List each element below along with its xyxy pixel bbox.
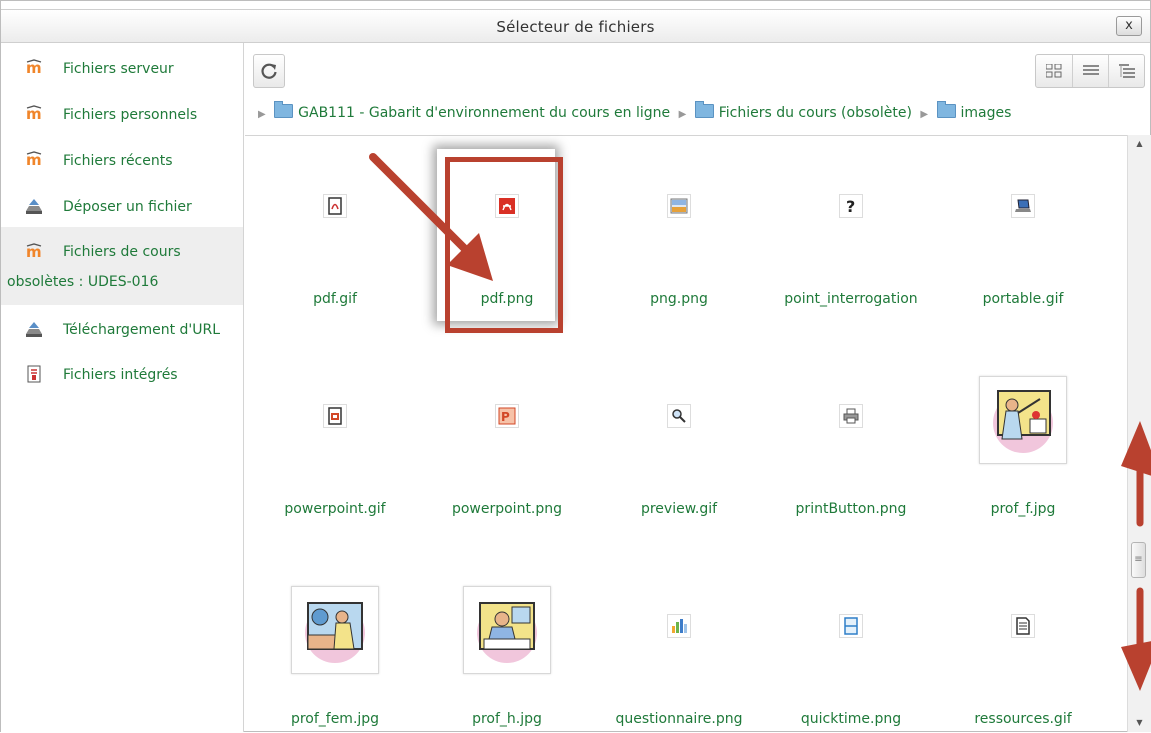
file-item[interactable]: portable.gif	[943, 136, 1103, 316]
highlight-box	[445, 157, 563, 333]
file-name: portable.gif	[982, 291, 1064, 307]
tree-view-icon	[1119, 64, 1135, 78]
refresh-icon	[261, 63, 277, 79]
sidebar-item-embedded-files[interactable]: Fichiers intégrés	[1, 365, 243, 391]
file-name: preview.gif	[640, 501, 718, 517]
refresh-button[interactable]	[253, 54, 285, 88]
folder-icon	[694, 101, 714, 118]
sidebar-item-url-download[interactable]: Téléchargement d'URL	[1, 320, 243, 346]
file-name: powerpoint.png	[451, 501, 563, 517]
file-name: quicktime.png	[800, 711, 902, 727]
file-name: ressources.gif	[974, 711, 1072, 727]
sidebar-item-label: Fichiers récents	[63, 153, 173, 169]
embedded-files-icon	[27, 365, 41, 383]
file-grid: pdf.gif pdf.png png.png ? point_interrog…	[245, 135, 1127, 733]
scroll-thumb[interactable]: ≡	[1131, 542, 1146, 578]
breadcrumb-item[interactable]: images	[936, 101, 1011, 121]
sidebar-item-label-cont: obsolètes : UDES-016	[7, 274, 159, 290]
teacher-female-clipart	[979, 376, 1067, 464]
svg-text:?: ?	[846, 197, 855, 215]
repository-sidebar: m Fichiers serveur m Fichiers personnels…	[1, 43, 244, 732]
magnifier-icon	[667, 404, 691, 428]
moodle-icon: m	[26, 105, 42, 123]
powerpoint-icon: P	[495, 404, 519, 428]
file-item[interactable]: powerpoint.gif	[255, 346, 415, 526]
view-mode-group	[1035, 54, 1145, 88]
breadcrumb-separator-icon: ▶	[258, 109, 266, 120]
vertical-scrollbar[interactable]: ▲ ≡ ▼	[1127, 135, 1151, 732]
printer-icon	[839, 404, 863, 428]
moodle-icon: m	[26, 59, 42, 77]
scroll-down-icon[interactable]: ▼	[1128, 714, 1151, 732]
file-item[interactable]: prof_h.jpg	[427, 556, 587, 733]
svg-text:P: P	[501, 410, 510, 424]
scroll-up-icon[interactable]: ▲	[1128, 135, 1151, 153]
breadcrumb-item[interactable]: Fichiers du cours (obsolète)	[694, 101, 912, 121]
laptop-icon	[1011, 194, 1035, 218]
moodle-icon: m	[26, 151, 42, 169]
breadcrumb-separator-icon: ▶	[920, 109, 929, 120]
question-icon: ?	[839, 194, 863, 218]
document-icon	[1011, 614, 1035, 638]
tree-view-button[interactable]	[1108, 55, 1145, 87]
close-button[interactable]: x	[1116, 16, 1142, 36]
sidebar-item-label: Déposer un fichier	[63, 199, 192, 215]
sidebar-item-obsolete-course-files[interactable]: m Fichiers de cours obsolètes : UDES-016	[1, 227, 243, 305]
sidebar-item-recent-files[interactable]: m Fichiers récents	[1, 151, 243, 177]
file-item[interactable]: quicktime.png	[771, 556, 931, 733]
file-item[interactable]: prof_f.jpg	[943, 346, 1103, 526]
file-name: printButton.png	[795, 501, 907, 517]
file-item[interactable]: ressources.gif	[943, 556, 1103, 733]
breadcrumb: ▶ GAB111 - Gabarit d'environnement du co…	[254, 101, 1011, 124]
teacher-desk-clipart	[291, 586, 379, 674]
file-item[interactable]: ? point_interrogation	[771, 136, 931, 316]
file-name: pdf.gif	[313, 291, 357, 307]
powerpoint-doc-icon	[323, 404, 347, 428]
sidebar-item-server-files[interactable]: m Fichiers serveur	[1, 59, 243, 85]
pdf-doc-icon	[323, 194, 347, 218]
dialog-title: Sélecteur de fichiers	[496, 18, 655, 36]
sidebar-item-label: Fichiers intégrés	[63, 367, 178, 383]
upload-icon	[26, 322, 42, 337]
file-item[interactable]: printButton.png	[771, 346, 931, 526]
upload-icon	[26, 199, 42, 214]
title-bar: Sélecteur de fichiers x	[1, 9, 1150, 43]
sidebar-item-label: Téléchargement d'URL	[63, 322, 221, 338]
grid-view-icon	[1046, 64, 1062, 78]
file-name: powerpoint.gif	[284, 501, 386, 517]
moodle-icon: m	[26, 243, 42, 261]
image-icon	[667, 194, 691, 218]
file-item[interactable]: png.png	[599, 136, 759, 316]
file-name: prof_h.jpg	[472, 711, 542, 727]
folder-icon	[274, 101, 294, 118]
file-name: png.png	[650, 291, 708, 307]
file-item[interactable]: preview.gif	[599, 346, 759, 526]
list-view-icon	[1083, 65, 1099, 75]
breadcrumb-separator-icon: ▶	[678, 109, 687, 120]
file-name: questionnaire.png	[615, 711, 743, 727]
breadcrumb-item[interactable]: GAB111 - Gabarit d'environnement du cour…	[274, 101, 670, 121]
folder-icon	[936, 101, 956, 118]
file-name: prof_f.jpg	[990, 501, 1056, 517]
file-item[interactable]: P powerpoint.png	[427, 346, 587, 526]
sidebar-item-upload-file[interactable]: Déposer un fichier	[1, 197, 243, 223]
file-item[interactable]: prof_fem.jpg	[255, 556, 415, 733]
file-picker-dialog: Sélecteur de fichiers x m Fichiers serve…	[0, 0, 1151, 732]
file-item[interactable]: questionnaire.png	[599, 556, 759, 733]
film-icon	[839, 614, 863, 638]
bar-chart-icon	[667, 614, 691, 638]
sidebar-item-label: Fichiers de cours	[63, 244, 181, 260]
teacher-male-clipart	[463, 586, 551, 674]
file-name: point_interrogation	[784, 291, 918, 307]
sidebar-item-label: Fichiers personnels	[63, 107, 198, 123]
sidebar-item-personal-files[interactable]: m Fichiers personnels	[1, 105, 243, 131]
file-item[interactable]: pdf.gif	[255, 136, 415, 316]
grid-view-button[interactable]	[1036, 55, 1072, 87]
sidebar-item-label: Fichiers serveur	[63, 61, 174, 77]
list-view-button[interactable]	[1072, 55, 1109, 87]
file-name: prof_fem.jpg	[290, 711, 380, 727]
